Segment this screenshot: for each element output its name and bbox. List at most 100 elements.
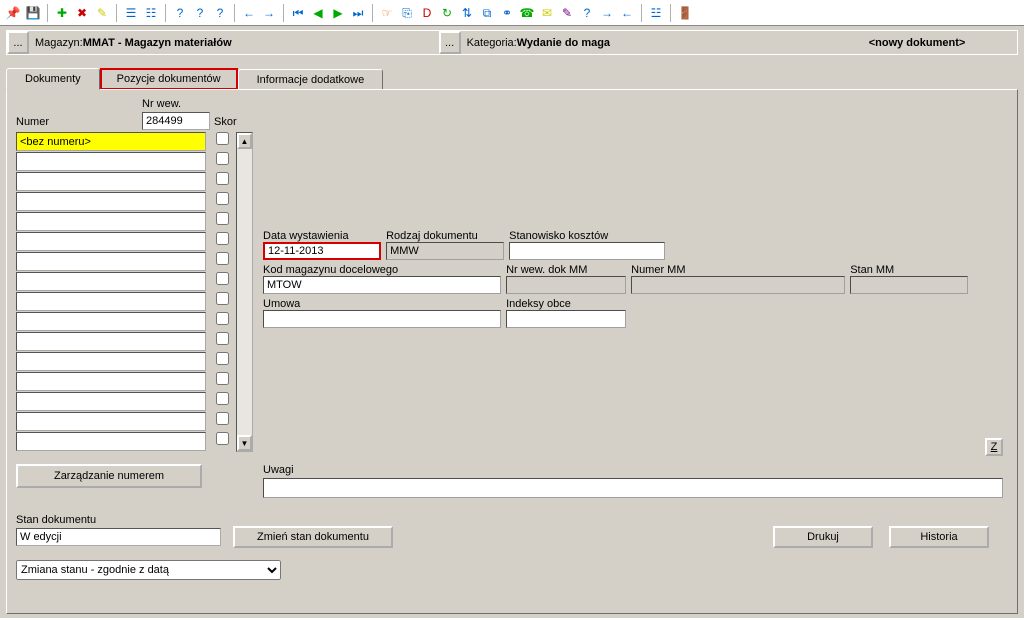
list-item[interactable]	[16, 432, 206, 451]
add-icon[interactable]: ✚	[53, 4, 71, 22]
tab-pozycje-dokumentow[interactable]: Pozycje dokumentów	[100, 68, 238, 90]
skor-checkbox[interactable]	[216, 392, 229, 405]
misc1-icon[interactable]: ⧉	[478, 4, 496, 22]
toolbar-separator	[47, 4, 48, 22]
first-icon[interactable]: ⏮	[289, 4, 307, 22]
nav-back2-icon[interactable]: ←	[618, 4, 636, 22]
list-item[interactable]	[16, 312, 206, 331]
tab-dokumenty[interactable]: Dokumenty	[6, 68, 100, 90]
save-icon[interactable]: 💾	[24, 4, 42, 22]
skor-checkbox[interactable]	[216, 432, 229, 445]
data-wystawienia-label: Data wystawienia	[263, 230, 383, 242]
nrwew-input[interactable]	[142, 112, 210, 130]
kod-magazynu-input[interactable]	[263, 276, 501, 294]
wand-icon[interactable]: ✎	[558, 4, 576, 22]
nav-back-icon[interactable]: ←	[240, 4, 258, 22]
nr-wew-dok-mm-input	[506, 276, 626, 294]
list-item[interactable]	[16, 352, 206, 371]
toolbar-separator	[116, 4, 117, 22]
mag-value: MMAT - Magazyn materiałów	[83, 37, 232, 49]
skor-checkbox[interactable]	[216, 212, 229, 225]
list-item[interactable]	[16, 192, 206, 211]
exit-icon[interactable]: 🚪	[676, 4, 694, 22]
skor-checkbox[interactable]	[216, 412, 229, 425]
list-item[interactable]	[16, 252, 206, 271]
hand-icon[interactable]: ☞	[378, 4, 396, 22]
uwagi-label: Uwagi	[263, 464, 294, 476]
tree2-icon[interactable]: ☷	[142, 4, 160, 22]
nav-fwd-icon[interactable]: →	[260, 4, 278, 22]
link-icon[interactable]: ⚭	[498, 4, 516, 22]
phone-icon[interactable]: ☎	[518, 4, 536, 22]
skor-checkbox[interactable]	[216, 372, 229, 385]
print-button[interactable]: Drukuj	[773, 526, 873, 548]
manage-number-button[interactable]: Zarządzanie numerem	[16, 464, 202, 488]
help1-icon[interactable]: ?	[171, 4, 189, 22]
list-item[interactable]	[16, 232, 206, 251]
skor-checkbox[interactable]	[216, 272, 229, 285]
indeksy-obce-label: Indeksy obce	[506, 298, 628, 310]
list-item[interactable]	[16, 392, 206, 411]
mail-icon[interactable]: ✉	[538, 4, 556, 22]
document-list[interactable]: <bez numeru>	[16, 132, 206, 452]
last-icon[interactable]: ⏭	[349, 4, 367, 22]
toolbar-separator	[234, 4, 235, 22]
next-icon[interactable]: ▶	[329, 4, 347, 22]
list-item[interactable]: <bez numeru>	[16, 132, 206, 151]
skor-checkbox[interactable]	[216, 192, 229, 205]
skor-checkbox[interactable]	[216, 252, 229, 265]
mag-label: Magazyn: MMAT - Magazyn materiałów	[29, 31, 238, 54]
state-combo[interactable]: Zmiana stanu - zgodnie z datą	[16, 560, 281, 580]
data-wystawienia-input[interactable]	[263, 242, 381, 260]
skor-checkbox[interactable]	[216, 312, 229, 325]
umowa-input[interactable]	[263, 310, 501, 328]
skor-checkbox[interactable]	[216, 292, 229, 305]
indeksy-obce-input[interactable]	[506, 310, 626, 328]
tab-informacje-dodatkowe[interactable]: Informacje dodatkowe	[238, 69, 384, 90]
uwagi-input[interactable]	[263, 478, 1003, 498]
tree1-icon[interactable]: ☰	[122, 4, 140, 22]
skor-checkbox[interactable]	[216, 352, 229, 365]
list-scrollbar[interactable]: ▲ ▼	[236, 132, 253, 452]
skor-checkbox[interactable]	[216, 332, 229, 345]
tool-extra-icon[interactable]: ☳	[647, 4, 665, 22]
list-item[interactable]	[16, 212, 206, 231]
list-item[interactable]	[16, 152, 206, 171]
z-button[interactable]: Z	[985, 438, 1003, 456]
new-document-label: <nowy dokument>	[817, 31, 1017, 54]
copy-icon[interactable]: ⎘	[398, 4, 416, 22]
nrwew-label: Nr wew.	[142, 98, 181, 110]
stanowisko-kosztow-input[interactable]	[509, 242, 665, 260]
refresh-icon[interactable]: ↻	[438, 4, 456, 22]
d-icon[interactable]: D	[418, 4, 436, 22]
list-item[interactable]	[16, 372, 206, 391]
help3-icon[interactable]: ?	[211, 4, 229, 22]
stan-mm-label: Stan MM	[850, 264, 970, 276]
list-item[interactable]	[16, 272, 206, 291]
list-item[interactable]	[16, 172, 206, 191]
help4-icon[interactable]: ?	[578, 4, 596, 22]
scroll-down-icon[interactable]: ▼	[237, 435, 252, 451]
mag-browse-button[interactable]: ...	[7, 31, 29, 54]
skor-checkbox[interactable]	[216, 152, 229, 165]
history-button[interactable]: Historia	[889, 526, 989, 548]
kat-label: Kategoria: Wydanie do maga	[461, 31, 616, 54]
stan-dokumentu-input[interactable]	[16, 528, 221, 546]
list-item[interactable]	[16, 412, 206, 431]
skor-checkbox[interactable]	[216, 132, 229, 145]
remove-icon[interactable]: ✖	[73, 4, 91, 22]
list-item[interactable]	[16, 292, 206, 311]
pin-icon[interactable]: 📌	[4, 4, 22, 22]
prev-icon[interactable]: ◀	[309, 4, 327, 22]
sort-icon[interactable]: ⇅	[458, 4, 476, 22]
kat-browse-button[interactable]: ...	[439, 31, 461, 54]
skor-checkbox[interactable]	[216, 172, 229, 185]
list-item[interactable]	[16, 332, 206, 351]
scroll-up-icon[interactable]: ▲	[237, 133, 252, 149]
numer-mm-label: Numer MM	[631, 264, 847, 276]
nav-fwd2-icon[interactable]: →	[598, 4, 616, 22]
change-state-button[interactable]: Zmień stan dokumentu	[233, 526, 393, 548]
edit-icon[interactable]: ✎	[93, 4, 111, 22]
skor-checkbox[interactable]	[216, 232, 229, 245]
help2-icon[interactable]: ?	[191, 4, 209, 22]
